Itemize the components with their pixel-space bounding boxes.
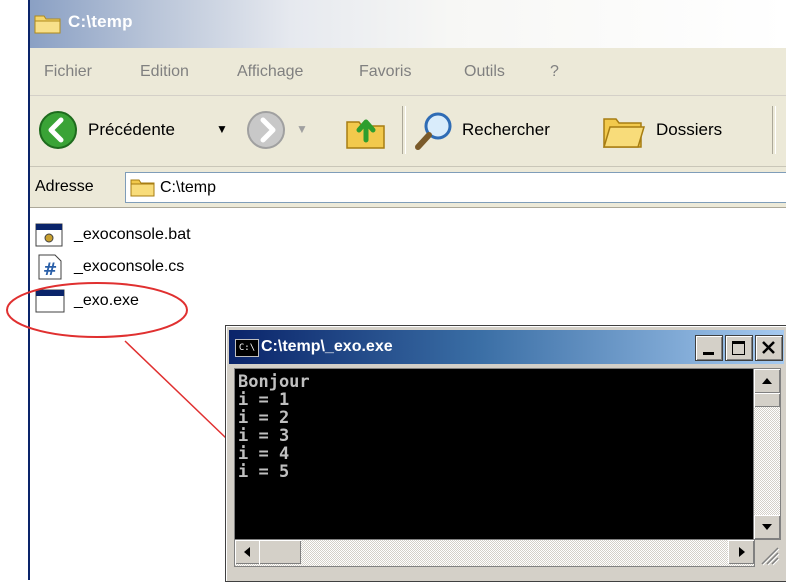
menu-help[interactable]: ? [550, 63, 559, 81]
console-line: i = 1 [238, 390, 290, 410]
folders-button[interactable]: Dossiers [600, 106, 760, 154]
back-button[interactable]: Précédente ▼ [34, 106, 234, 154]
file-name: _exo.exe [74, 292, 139, 309]
console-line: i = 5 [238, 462, 290, 482]
address-value: C:\temp [160, 179, 217, 196]
file-name: _exoconsole.bat [74, 226, 191, 243]
console-icon: C:\ [235, 339, 259, 357]
explorer-title: C:\temp [68, 12, 133, 31]
console-line: i = 2 [238, 408, 290, 428]
folders-label: Dossiers [656, 120, 723, 139]
toolbar-separator [402, 106, 406, 154]
executable-file-icon [35, 289, 65, 313]
back-label: Précédente [88, 120, 175, 139]
menu-outils[interactable]: Outils [464, 63, 505, 81]
explorer-title-bar[interactable]: C:\temp [30, 0, 786, 48]
batch-file-icon [35, 223, 63, 247]
resize-grip-icon[interactable] [756, 542, 780, 566]
scroll-left-button[interactable] [235, 540, 261, 564]
minimize-icon [703, 352, 714, 355]
svg-text:#: # [43, 260, 57, 280]
console-line: i = 4 [238, 444, 290, 464]
close-icon [762, 341, 775, 354]
scroll-down-button[interactable] [754, 515, 780, 539]
console-line: i = 3 [238, 426, 290, 446]
vertical-scrollbar[interactable] [753, 368, 781, 540]
minimize-button[interactable] [695, 335, 723, 361]
folder-icon [34, 15, 61, 34]
arrow-left-icon [244, 547, 250, 557]
up-folder-icon [346, 119, 385, 149]
folder-icon [130, 179, 155, 197]
console-title-bar[interactable]: C:\ C:\temp\_exo.exe [229, 330, 784, 364]
search-icon [415, 112, 452, 150]
arrow-up-icon [762, 378, 772, 384]
file-name: _exoconsole.cs [74, 258, 185, 275]
up-folder-button[interactable] [342, 106, 390, 154]
search-label: Rechercher [462, 120, 550, 139]
scroll-thumb[interactable] [754, 393, 780, 407]
arrow-right-icon [739, 547, 745, 557]
menu-bar: Fichier Edition Affichage Favoris Outils… [30, 48, 786, 96]
horizontal-scrollbar[interactable] [234, 539, 755, 567]
address-input[interactable]: C:\temp [125, 172, 786, 203]
back-dropdown-icon[interactable]: ▼ [216, 122, 228, 136]
scroll-thumb[interactable] [259, 540, 301, 564]
arrow-down-icon [762, 524, 772, 530]
maximize-button[interactable] [725, 335, 753, 361]
forward-button[interactable]: ▼ [242, 106, 322, 154]
folders-icon [602, 118, 646, 148]
forward-arrow-icon [247, 111, 285, 149]
console-line: Bonjour [238, 372, 310, 392]
search-button[interactable]: Rechercher [412, 106, 592, 154]
scroll-right-button[interactable] [728, 540, 754, 564]
back-arrow-icon [39, 111, 77, 149]
menu-affichage[interactable]: Affichage [237, 63, 303, 81]
console-title: C:\temp\_exo.exe [261, 338, 393, 355]
menu-fichier[interactable]: Fichier [44, 63, 92, 81]
forward-dropdown-icon[interactable]: ▼ [296, 122, 308, 136]
address-bar: Adresse C:\temp [30, 167, 786, 208]
toolbar-separator [772, 106, 776, 154]
console-window: C:\ C:\temp\_exo.exe Bonjour i = 1 i = 2… [225, 325, 786, 582]
menu-favoris[interactable]: Favoris [359, 63, 411, 81]
toolbar: Précédente ▼ ▼ Rechercher Dossiers [30, 96, 786, 167]
maximize-icon [732, 341, 745, 355]
scroll-up-button[interactable] [754, 369, 780, 393]
csharp-file-icon: # [38, 254, 62, 280]
close-button[interactable] [755, 335, 783, 361]
menu-edition[interactable]: Edition [140, 63, 189, 81]
console-output[interactable]: Bonjour i = 1 i = 2 i = 3 i = 4 i = 5 [234, 368, 755, 540]
address-label: Adresse [35, 178, 94, 195]
